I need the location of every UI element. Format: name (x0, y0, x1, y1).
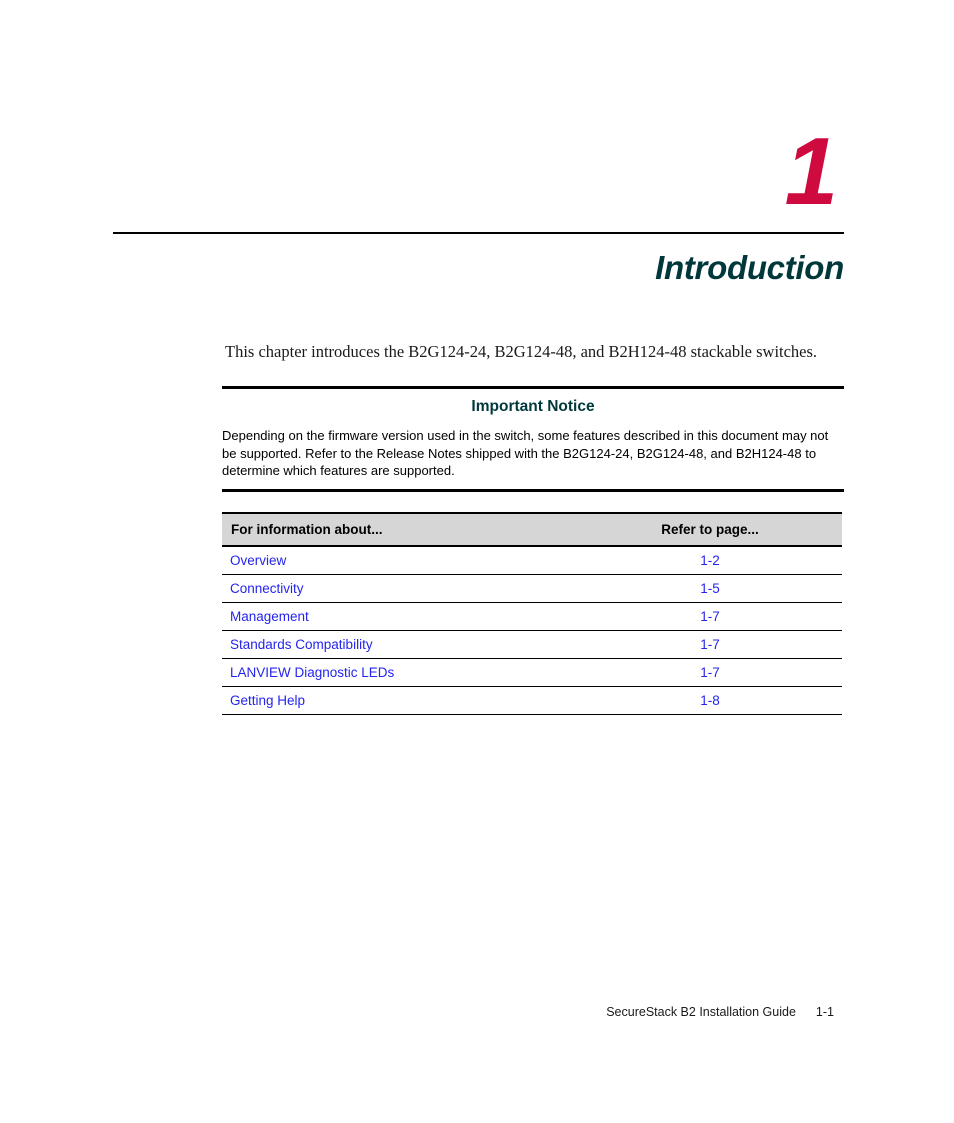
table-cell-topic: Standards Compatibility (222, 630, 610, 659)
link-getting-help[interactable]: Getting Help (230, 693, 305, 708)
table-header-page: Refer to page... (610, 512, 842, 547)
page-ref-connectivity[interactable]: 1-5 (700, 581, 720, 596)
page-footer: SecureStack B2 Installation Guide 1-1 (0, 1005, 954, 1019)
link-management[interactable]: Management (230, 609, 309, 624)
link-standards-compatibility[interactable]: Standards Compatibility (230, 637, 373, 652)
important-notice-box: Important Notice Depending on the firmwa… (222, 386, 844, 492)
footer-page-number: 1-1 (815, 1005, 834, 1019)
table-cell-page[interactable]: 1-2 (610, 546, 842, 575)
table-cell-page[interactable]: 1-7 (610, 630, 842, 659)
table-cell-page[interactable]: 1-7 (610, 658, 842, 687)
footer-guide-title: SecureStack B2 Installation Guide (606, 1005, 796, 1019)
intro-paragraph: This chapter introduces the B2G124-24, B… (225, 342, 818, 361)
chapter-title: Introduction (655, 249, 844, 286)
link-overview[interactable]: Overview (230, 553, 286, 568)
table-row: Connectivity 1-5 (222, 574, 842, 603)
page-ref-getting-help[interactable]: 1-8 (700, 693, 720, 708)
refer-to-page-table: For information about... Refer to page..… (222, 512, 842, 715)
table-cell-topic: Getting Help (222, 686, 610, 715)
table-row: Getting Help 1-8 (222, 686, 842, 715)
table-header: For information about... Refer to page..… (222, 512, 842, 547)
table-cell-topic: LANVIEW Diagnostic LEDs (222, 658, 610, 687)
table-cell-topic: Management (222, 602, 610, 631)
table-header-row: For information about... Refer to page..… (222, 512, 842, 547)
important-notice-body: Depending on the firmware version used i… (222, 428, 829, 478)
table-cell-page[interactable]: 1-8 (610, 686, 842, 715)
important-notice-title: Important Notice (471, 398, 595, 415)
page-ref-management[interactable]: 1-7 (700, 609, 720, 624)
table-row: Standards Compatibility 1-7 (222, 630, 842, 659)
table-row: LANVIEW Diagnostic LEDs 1-7 (222, 658, 842, 687)
page-ref-lanview-diagnostic-leds[interactable]: 1-7 (700, 665, 720, 680)
table-row: Management 1-7 (222, 602, 842, 631)
link-connectivity[interactable]: Connectivity (230, 581, 304, 596)
page-ref-overview[interactable]: 1-2 (700, 553, 720, 568)
link-lanview-diagnostic-leds[interactable]: LANVIEW Diagnostic LEDs (230, 665, 394, 680)
table-cell-topic: Overview (222, 546, 610, 575)
table-header-topic: For information about... (222, 512, 610, 547)
chapter-heading-block: 1 Introduction (113, 120, 844, 288)
page-ref-standards-compatibility[interactable]: 1-7 (700, 637, 720, 652)
table-cell-page[interactable]: 1-7 (610, 602, 842, 631)
table-body: Overview 1-2 Connectivity 1-5 Management… (222, 546, 842, 715)
table-cell-topic: Connectivity (222, 574, 610, 603)
table-cell-page[interactable]: 1-5 (610, 574, 842, 603)
chapter-number: 1 (784, 118, 838, 225)
table-row: Overview 1-2 (222, 546, 842, 575)
document-page: 1 Introduction This chapter introduces t… (0, 0, 954, 1123)
